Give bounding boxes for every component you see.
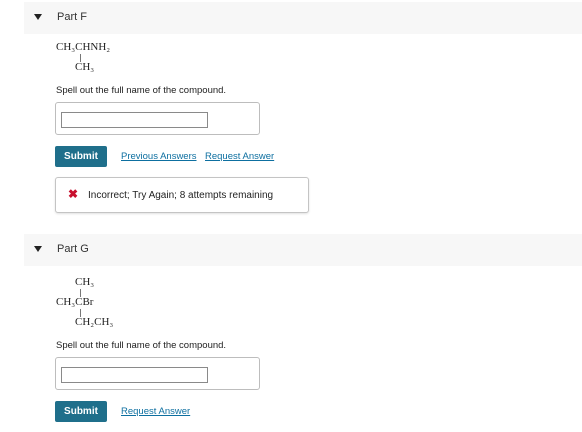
structure-line-3: CH₂CH₃ (75, 316, 114, 328)
part-f-request-answer-link[interactable]: Request Answer (205, 151, 274, 162)
part-g-answer-input[interactable] (61, 367, 208, 383)
feedback-box: ✖ Incorrect; Try Again; 8 attempts remai… (55, 177, 309, 213)
part-f-title: Part F (57, 11, 87, 23)
part-f-submit-button[interactable]: Submit (55, 146, 107, 167)
feedback-message: Incorrect; Try Again; 8 attempts remaini… (88, 190, 274, 201)
part-f-answer-box (55, 102, 260, 135)
previous-answers-link[interactable]: Previous Answers (121, 151, 197, 162)
part-f-answer-input[interactable] (61, 112, 208, 128)
structure-line-2: CH₃CBr (56, 296, 94, 308)
part-g-prompt: Spell out the full name of the compound. (56, 340, 227, 351)
part-f-header[interactable]: Part F (24, 2, 582, 34)
part-f-prompt: Spell out the full name of the compound. (56, 85, 227, 96)
structure-line-1: CH₃ (75, 276, 95, 288)
part-g-answer-box (55, 357, 260, 390)
structure-line-1: CH₃CHNH₂ (56, 41, 111, 53)
part-g-header[interactable]: Part G (24, 234, 582, 266)
collapse-triangle-icon[interactable] (34, 14, 42, 20)
part-g-submit-button[interactable]: Submit (55, 401, 107, 422)
part-g-title: Part G (57, 243, 89, 255)
error-x-icon: ✖ (68, 187, 79, 201)
structure-line-2: CH₃ (75, 61, 95, 73)
collapse-triangle-icon[interactable] (34, 246, 42, 252)
part-g-request-answer-link[interactable]: Request Answer (121, 406, 190, 417)
